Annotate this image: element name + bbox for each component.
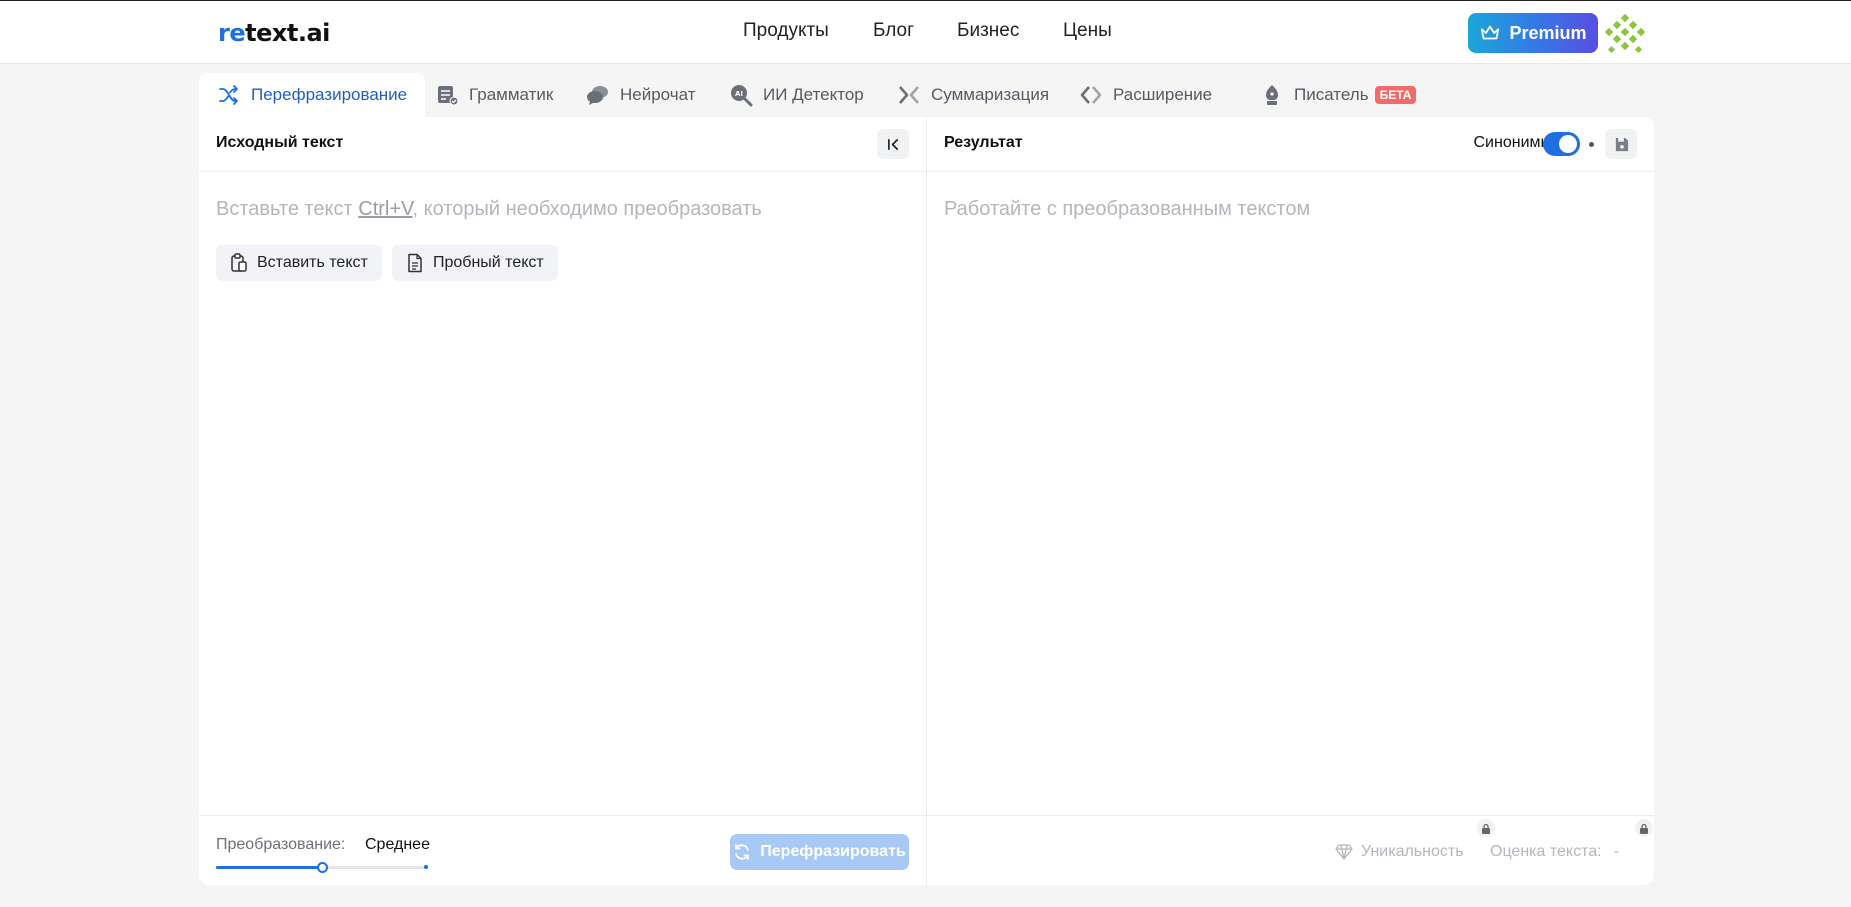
clipboard-icon [231,253,247,272]
slider-end-dot [424,865,428,869]
result-output-placeholder[interactable]: Работайте с преобразованным текстом [944,198,1310,221]
expand-arrows-icon [1080,86,1102,104]
floppy-disk-icon [1615,137,1628,151]
sample-text-label: Пробный текст [433,254,544,271]
rephrase-label: Перефразировать [760,843,906,860]
source-header: Исходный текст [199,117,926,172]
diamond-icon [1335,844,1353,860]
sample-text-button[interactable]: Пробный текст [392,245,558,281]
chat-bubbles-icon [587,86,608,105]
more-dot-icon[interactable] [1589,142,1594,147]
source-footer: Преобразование: Среднее Перефразировать [199,815,926,885]
refresh-icon [735,844,750,860]
tab-writer[interactable]: Писатель БЕТА [1242,73,1434,117]
tab-label: Расширение [1113,85,1213,104]
ai-search-icon: AI [731,85,753,107]
logo-text: text.ai [245,19,330,47]
collapse-arrows-icon [899,86,919,104]
tab-summarization[interactable]: Суммаризация [879,73,1067,117]
shuffle-icon [219,85,238,105]
tab-label: Суммаризация [931,85,1050,104]
tab-paraphrase[interactable]: Перефразирование [199,73,426,117]
pen-nib-icon [1266,85,1278,105]
result-header: Результат Синонимы [927,117,1654,172]
tab-label: Нейрочат [620,85,696,104]
result-panel: Результат Синонимы Работайте с преобразо… [927,117,1654,885]
tab-neurochat[interactable]: Нейрочат [568,73,714,117]
svg-text:AI: AI [735,90,743,98]
source-input-placeholder[interactable]: Вставьте текст Ctrl+V, который необходим… [216,198,762,221]
nav-prices[interactable]: Цены [1063,20,1112,42]
result-title: Результат [944,134,1023,151]
logo[interactable]: retext.ai [218,19,330,47]
synonyms-toggle[interactable] [1543,132,1580,156]
document-icon [408,253,422,273]
rephrase-button[interactable]: Перефразировать [730,834,909,870]
nav-products[interactable]: Продукты [743,20,829,42]
nav-business[interactable]: Бизнес [957,20,1019,42]
logo-accent-text: re [218,19,246,47]
slider-thumb[interactable] [317,862,328,873]
tab-label: Перефразирование [251,85,408,104]
text-score-value: - [1613,843,1619,860]
toggle-knob [1559,135,1577,153]
tab-ai-detector[interactable]: AI ИИ Детектор [711,73,882,117]
source-title: Исходный текст [216,134,344,151]
text-score-label: Оценка текста: [1490,843,1602,860]
placeholder-text: Вставьте текст [216,198,359,220]
synonyms-label: Синонимы [1473,134,1553,151]
premium-label: Premium [1509,22,1587,43]
paste-text-label: Вставить текст [257,254,368,271]
lock-icon [1635,819,1653,837]
crown-icon [1481,25,1500,40]
tab-label: ИИ Детектор [763,85,864,104]
tab-label: Грамматик [469,85,554,104]
top-header: retext.ai Продукты Блог Бизнес Цены Prem… [0,0,1851,64]
uniqueness-metric[interactable]: Уникальность [1335,819,1495,870]
source-panel: Исходный текст Вставьте текст Ctrl+V, ко… [199,117,926,885]
beta-badge: БЕТА [1374,86,1417,104]
collapse-left-icon [887,138,898,150]
transform-mode-label: Преобразование: [216,836,346,853]
grammar-icon [438,86,459,106]
slider-fill [216,866,322,869]
nav-blog[interactable]: Блог [873,20,914,42]
premium-button[interactable]: Premium [1468,13,1598,53]
tab-expansion[interactable]: Расширение [1061,73,1230,117]
tab-label: Писатель [1294,85,1369,104]
result-footer: Уникальность Оценка текста: - [927,815,1654,885]
transform-level-slider[interactable] [216,862,428,874]
placeholder-text-end: , который необходимо преобразовать [412,198,762,220]
collapse-panel-button[interactable] [877,129,909,159]
avatar[interactable] [1603,13,1647,55]
tab-grammar[interactable]: Грамматик [417,73,571,117]
paste-text-button[interactable]: Вставить текст [216,245,382,281]
paste-shortcut: Ctrl+V [358,198,413,220]
uniqueness-label: Уникальность [1361,843,1464,860]
save-button[interactable] [1605,129,1637,159]
text-score-metric[interactable]: Оценка текста: - [1490,819,1653,870]
transform-mode-value: Среднее [365,836,430,853]
